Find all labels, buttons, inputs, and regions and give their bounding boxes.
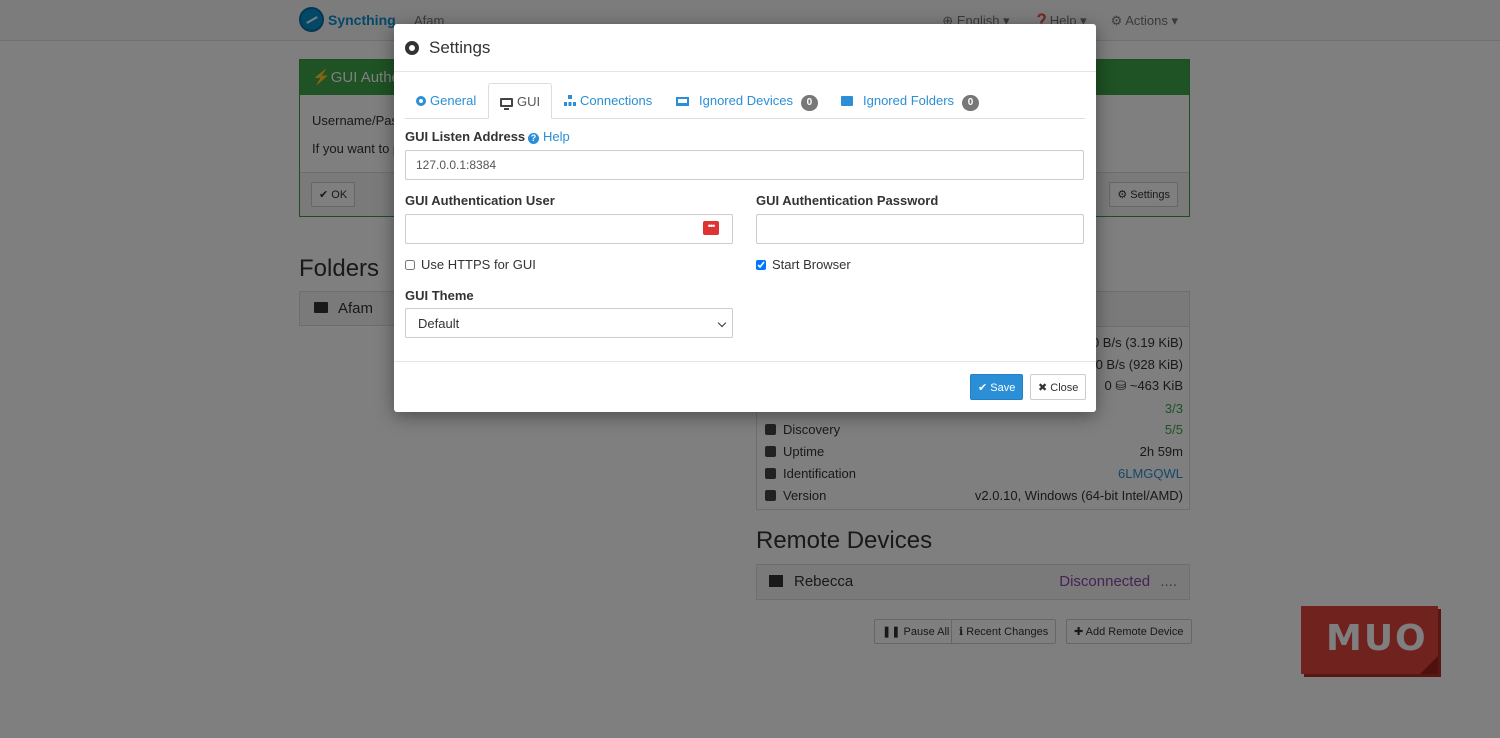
- help-link-label: Help: [543, 129, 570, 144]
- tab-gui[interactable]: GUI: [488, 83, 553, 119]
- password-manager-icon[interactable]: •••: [703, 221, 719, 235]
- auth-password-label: GUI Authentication Password: [756, 193, 939, 208]
- use-https-checkbox[interactable]: [405, 259, 415, 270]
- gear-icon: [405, 40, 419, 55]
- theme-label: GUI Theme: [405, 288, 474, 303]
- listen-address-label: GUI Listen Address: [405, 129, 526, 144]
- question-circle-icon: ?: [528, 133, 539, 144]
- laptop-icon: [676, 97, 689, 106]
- auth-password-input[interactable]: [756, 214, 1084, 244]
- ignored-folders-count-badge: 0: [962, 95, 980, 111]
- ignored-devices-count-badge: 0: [800, 95, 818, 111]
- chevron-down-icon: [717, 318, 727, 328]
- save-button[interactable]: ✔ Save: [970, 374, 1024, 400]
- folder-icon: [841, 96, 853, 106]
- auth-user-label: GUI Authentication User: [405, 193, 555, 208]
- dialog-title: Settings: [429, 37, 491, 57]
- tab-general[interactable]: General: [405, 83, 487, 119]
- start-browser-label: Start Browser: [772, 257, 851, 272]
- tab-ignored-folders[interactable]: Ignored Folders 0: [830, 83, 990, 119]
- tab-ignored-devices[interactable]: Ignored Devices 0: [665, 83, 829, 119]
- tab-ignored-devices-label: Ignored Devices: [699, 93, 793, 108]
- auth-user-input[interactable]: [405, 214, 733, 244]
- theme-selected-value: Default: [418, 316, 460, 331]
- tab-gui-label: GUI: [517, 94, 541, 109]
- use-https-label: Use HTTPS for GUI: [421, 257, 536, 272]
- settings-dialog: Settings General GUI Connections Ignored…: [394, 24, 1096, 412]
- theme-select[interactable]: Default: [405, 308, 733, 338]
- tab-connections-label: Connections: [580, 93, 653, 108]
- start-browser-checkbox[interactable]: [756, 259, 766, 270]
- close-label: Close: [1050, 382, 1079, 394]
- sitemap-icon: [564, 95, 576, 106]
- use-https-option[interactable]: Use HTTPS for GUI: [405, 257, 536, 272]
- settings-tabs: General GUI Connections Ignored Devices 0…: [405, 83, 1085, 119]
- gear-icon: [416, 96, 426, 106]
- close-button[interactable]: ✖ Close: [1030, 374, 1087, 400]
- tab-general-label: General: [430, 93, 477, 108]
- dialog-header: Settings: [394, 24, 1096, 72]
- dialog-footer: ✔ Save ✖ Close: [394, 361, 1096, 412]
- tab-ignored-folders-label: Ignored Folders: [863, 93, 955, 108]
- start-browser-option[interactable]: Start Browser: [756, 257, 851, 272]
- save-label: Save: [990, 382, 1016, 394]
- listen-address-input[interactable]: [405, 150, 1084, 180]
- monitor-icon: [500, 98, 513, 110]
- tab-connections[interactable]: Connections: [553, 83, 663, 119]
- help-link[interactable]: ? Help: [528, 129, 570, 144]
